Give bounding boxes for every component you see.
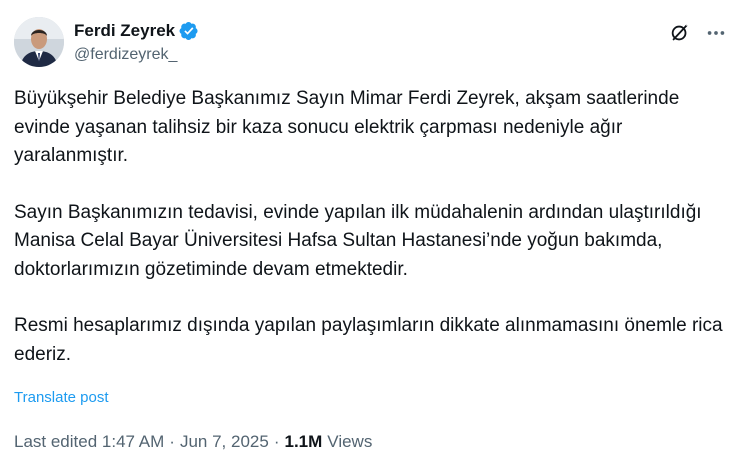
more-icon[interactable] (705, 22, 727, 44)
edited-time[interactable]: Last edited 1:47 AM (14, 432, 164, 452)
post-paragraph: Büyükşehir Belediye Başkanımız Sayın Mim… (14, 88, 680, 166)
avatar[interactable] (14, 17, 64, 67)
views-label: Views (327, 432, 373, 451)
post-date[interactable]: Jun 7, 2025 (180, 432, 269, 452)
post-text: Büyükşehir Belediye Başkanımız Sayın Mim… (14, 85, 726, 369)
views-count: 1.1M (284, 432, 323, 451)
translate-post-link[interactable]: Translate post (14, 389, 109, 406)
meta-separator: · (169, 432, 175, 451)
avatar-image (14, 17, 64, 67)
handle[interactable]: @ferdizeyrek_ (74, 46, 199, 64)
post-header: Ferdi Zeyrek @ferdizeyrek_ (14, 14, 727, 70)
header-actions (669, 22, 727, 44)
meta-separator: · (273, 432, 280, 451)
display-name[interactable]: Ferdi Zeyrek (74, 21, 175, 41)
post-paragraph: Resmi hesaplarımız dışında yapılan payla… (14, 315, 723, 365)
post-meta: Last edited 1:47 AM · Jun 7, 2025 · 1.1M… (14, 432, 372, 452)
author-names: Ferdi Zeyrek @ferdizeyrek_ (74, 20, 199, 64)
display-name-row: Ferdi Zeyrek (74, 20, 199, 42)
post-paragraph: Sayın Başkanımızın tedavisi, evinde yapı… (14, 201, 702, 280)
grok-icon[interactable] (669, 22, 691, 44)
verified-badge-icon[interactable] (179, 21, 199, 41)
